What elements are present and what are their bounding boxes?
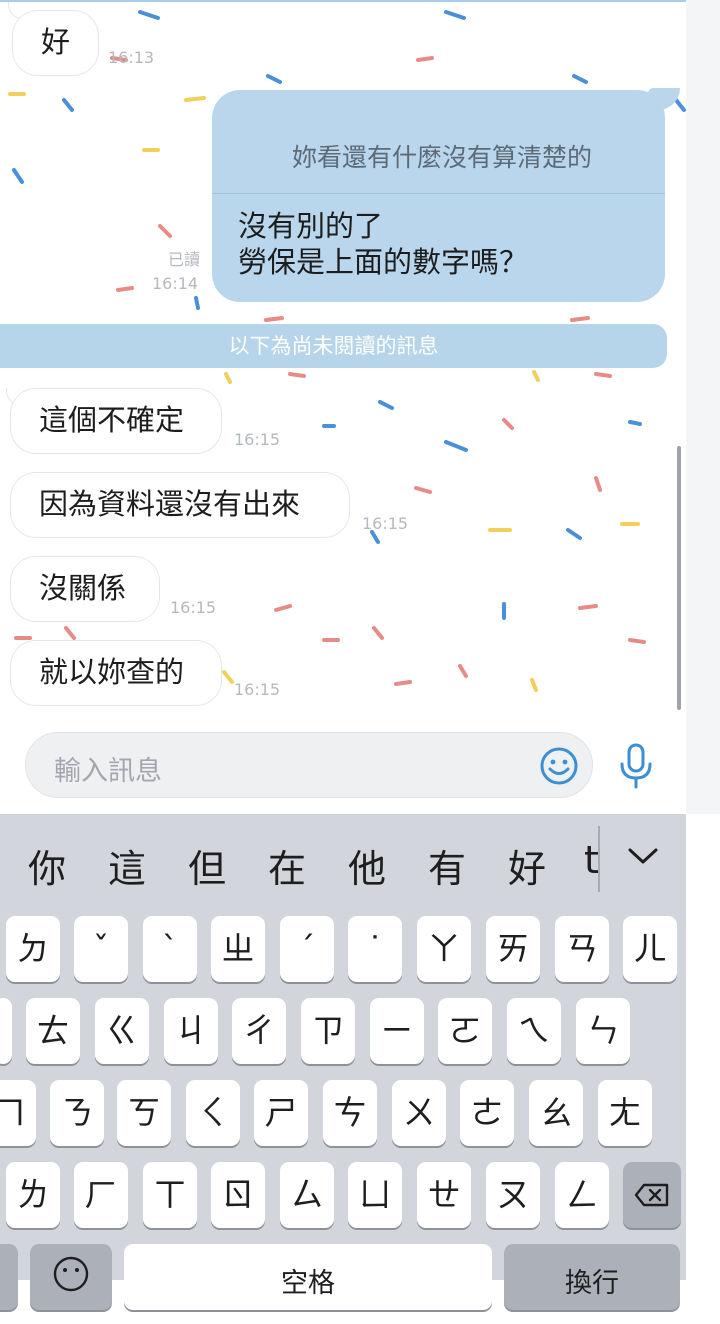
outgoing-message-bubble[interactable]: 妳看還有什麼沒有算清楚的 沒有別的了 勞保是上面的數字嗎？ xyxy=(212,90,665,302)
chevron-down-icon[interactable] xyxy=(626,844,660,868)
candidate-word[interactable]: 他 xyxy=(348,838,386,893)
outgoing-line-1: 沒有別的了 xyxy=(238,209,384,243)
message-input-bar: 輸入訊息 xyxy=(0,715,686,814)
key-bopomofo[interactable]: ㄞ xyxy=(486,916,540,982)
message-time: 16:15 xyxy=(362,514,409,533)
outgoing-line-2: 勞保是上面的數字嗎？ xyxy=(238,245,529,279)
key-bopomofo[interactable]: ㄙ xyxy=(280,1162,334,1228)
edge-strip xyxy=(686,0,720,814)
backspace-key[interactable] xyxy=(623,1162,681,1228)
key-partial[interactable] xyxy=(0,1244,18,1310)
key-bopomofo[interactable]: ㄉ xyxy=(6,916,60,982)
key-bopomofo[interactable]: ㄍ xyxy=(95,998,149,1064)
key-bopomofo[interactable]: ㄕ xyxy=(254,1080,308,1146)
keyboard: 你 這 但 在 他 有 好 t ㄉ ˇ ˋ ㄓ ˊ ˙ ㄚ ㄞ ㄢ ㄦ ㄊ ㄍ … xyxy=(0,814,686,1310)
key-bopomofo[interactable]: ㄟ xyxy=(507,998,561,1064)
candidate-word[interactable]: 這 xyxy=(108,838,146,893)
return-key[interactable]: 換行 xyxy=(504,1244,680,1310)
incoming-message-bubble[interactable]: 沒關係 xyxy=(10,556,160,622)
key-bopomofo[interactable]: ㄗ xyxy=(301,998,355,1064)
read-receipt: 已讀 xyxy=(167,250,200,269)
key-bopomofo[interactable]: ㄜ xyxy=(460,1080,514,1146)
message-text: 沒關係 xyxy=(39,571,127,605)
key-bopomofo[interactable]: ㄝ xyxy=(417,1162,471,1228)
quoted-message[interactable]: 妳看還有什麼沒有算清楚的 xyxy=(212,90,665,194)
key-bopomofo[interactable]: ㄥ xyxy=(555,1162,609,1228)
emoji-key[interactable] xyxy=(30,1244,112,1310)
incoming-message-bubble[interactable]: 因為資料還沒有出來 xyxy=(10,472,350,538)
key-bopomofo[interactable]: ㄐ xyxy=(164,998,218,1064)
space-key[interactable]: 空格 xyxy=(124,1244,492,1310)
outgoing-message-text: 沒有別的了 勞保是上面的數字嗎？ xyxy=(238,208,528,280)
key-bopomofo[interactable]: ㄌ xyxy=(6,1162,60,1228)
candidate-bar: 你 這 但 在 他 有 好 t xyxy=(0,814,686,910)
key-tone[interactable]: ˋ xyxy=(143,916,197,982)
key-bopomofo[interactable]: ㄊ xyxy=(26,998,80,1064)
key-bopomofo[interactable]: ㄔ xyxy=(232,998,286,1064)
candidate-word[interactable]: t xyxy=(584,838,598,882)
backspace-icon xyxy=(634,1183,669,1207)
candidate-divider xyxy=(598,826,600,892)
message-time: 16:13 xyxy=(108,48,155,67)
microphone-icon[interactable] xyxy=(616,742,656,790)
key-bopomofo[interactable]: ㄤ xyxy=(598,1080,652,1146)
scrollbar[interactable] xyxy=(677,446,681,710)
candidate-word[interactable]: 好 xyxy=(508,838,546,893)
key-bopomofo[interactable]: ㄋ xyxy=(50,1080,104,1146)
unread-divider: 以下為尚未閱讀的訊息 xyxy=(0,324,667,368)
key-bopomofo[interactable]: ㄧ xyxy=(370,998,424,1064)
message-text: 就以妳查的 xyxy=(39,655,185,689)
message-input[interactable]: 輸入訊息 xyxy=(25,732,593,798)
chat-area[interactable]: 好 16:13 妳看還有什麼沒有算清楚的 沒有別的了 勞保是上面的數字嗎？ 已讀… xyxy=(0,0,686,717)
key-bopomofo[interactable]: ㄚ xyxy=(417,916,471,982)
key-bopomofo[interactable]: ㄓ xyxy=(211,916,265,982)
key-partial[interactable] xyxy=(0,998,12,1064)
message-time: 16:15 xyxy=(234,680,281,699)
candidate-word[interactable]: 你 xyxy=(28,838,66,893)
key-bopomofo[interactable]: ㄖ xyxy=(211,1162,265,1228)
candidate-word[interactable]: 在 xyxy=(268,838,306,893)
message-text: 這個不確定 xyxy=(39,403,185,437)
message-time: 16:15 xyxy=(234,430,281,449)
key-bopomofo[interactable]: ㄘ xyxy=(323,1080,377,1146)
message-time: 16:15 xyxy=(170,598,217,617)
key-bopomofo[interactable]: ㄠ xyxy=(529,1080,583,1146)
incoming-message-bubble[interactable]: 就以妳查的 xyxy=(10,640,222,706)
key-bopomofo[interactable]: ㄣ xyxy=(576,998,630,1064)
key-tone[interactable]: ˙ xyxy=(348,916,402,982)
key-bopomofo[interactable]: ㄩ xyxy=(348,1162,402,1228)
candidate-word[interactable]: 但 xyxy=(188,838,226,893)
key-bopomofo[interactable]: ㄡ xyxy=(486,1162,540,1228)
incoming-message-bubble[interactable]: 這個不確定 xyxy=(10,388,222,454)
key-bopomofo[interactable]: ㄎ xyxy=(117,1080,171,1146)
message-text: 好 xyxy=(41,25,71,59)
key-bopomofo[interactable]: ㄒ xyxy=(143,1162,197,1228)
message-text: 因為資料還沒有出來 xyxy=(39,487,301,521)
message-time: 16:14 xyxy=(152,274,199,293)
key-bopomofo[interactable]: ㄦ xyxy=(623,916,677,982)
key-bopomofo[interactable]: ㄏ xyxy=(74,1162,128,1228)
key-bopomofo[interactable]: ㄛ xyxy=(438,998,492,1064)
key-tone[interactable]: ˊ xyxy=(280,916,334,982)
key-bopomofo[interactable]: ㄇ xyxy=(0,1080,36,1146)
smiley-icon[interactable] xyxy=(539,746,579,786)
key-bopomofo[interactable]: ㄢ xyxy=(555,916,609,982)
candidate-word[interactable]: 有 xyxy=(428,838,466,893)
key-tone[interactable]: ˇ xyxy=(74,916,128,982)
incoming-message-bubble[interactable]: 好 xyxy=(12,10,100,76)
key-bopomofo[interactable]: ㄨ xyxy=(392,1080,446,1146)
emoji-icon xyxy=(53,1256,89,1292)
message-input-placeholder: 輸入訊息 xyxy=(54,756,162,787)
key-bopomofo[interactable]: ㄑ xyxy=(186,1080,240,1146)
